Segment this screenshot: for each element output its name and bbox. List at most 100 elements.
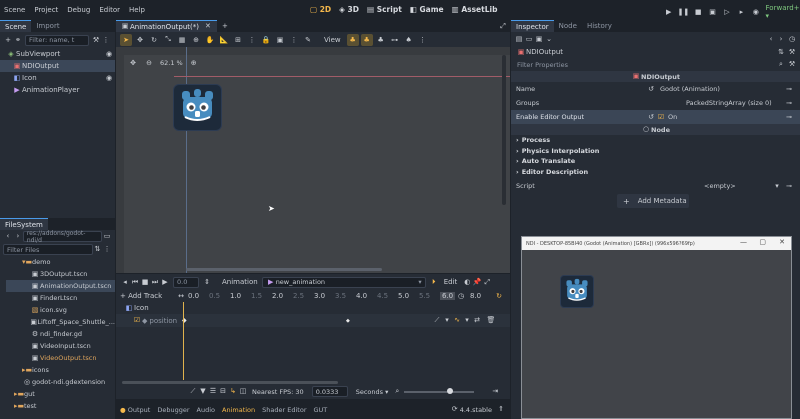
pan-tool-icon[interactable]: ✋ [204,34,216,46]
menu-editor[interactable]: Editor [99,6,120,14]
groups-value[interactable]: PackedStringArray (size 0) [686,99,772,107]
file-item[interactable]: ▸▬ icons [6,364,115,376]
history-forward-icon[interactable]: › [776,34,786,44]
add-metadata-button[interactable]: + Add Metadata [617,194,689,208]
file-item[interactable]: ▧ icon.svg [6,304,115,316]
node-subviewport[interactable]: ◈ SubViewport ◉ [0,48,115,60]
move-icon[interactable]: ✥ [128,58,138,68]
play-custom-icon[interactable]: ▸ [737,7,746,17]
name-value[interactable]: Godot (Animation) [660,85,720,93]
properties-filter-input[interactable]: Filter Properties [514,59,772,70]
history-list-icon[interactable]: ◷ [787,34,797,44]
step-input[interactable]: 0.0333 [311,386,348,397]
tab-gut[interactable]: GUT [314,406,328,414]
new-tab-icon[interactable]: + [220,21,230,31]
section-auto-translate[interactable]: › Auto Translate [511,156,800,167]
scene-filter-input[interactable]: Filter: name, t [25,34,89,46]
tab-import[interactable]: Import [31,20,64,32]
section-physics-interpolation[interactable]: › Physics Interpolation [511,146,800,157]
tab-node[interactable]: Node [554,20,582,32]
loop-icon[interactable]: ↻ [494,291,504,301]
horizontal-scrollbar[interactable] [186,268,382,271]
pivot-tool-icon[interactable]: ⊕ [190,34,202,46]
visibility-icon[interactable]: ◉ [104,73,114,83]
filter-icon[interactable]: ▼ [198,387,208,397]
maximize-icon[interactable]: ▢ [759,238,766,246]
checkbox-checked-icon[interactable]: ☑ [656,112,666,122]
zoom-level[interactable]: 62.1 % [160,59,183,67]
file-item[interactable]: ▣ VideoOutput.tscn [6,352,115,364]
tab-animation[interactable]: Animation [222,406,255,414]
forward-icon[interactable]: › [13,232,23,242]
key-icon[interactable]: ⊸ [784,112,794,122]
mode-script[interactable]: ▤ Script [367,5,402,14]
keyframe-icon[interactable]: ◆ [346,318,350,324]
new-resource-icon[interactable]: ▤ [514,34,524,44]
node-animationplayer[interactable]: ▶ AnimationPlayer [0,84,115,96]
list-icon[interactable]: ☰ [208,387,218,397]
mode-assetlib[interactable]: ▥ AssetLib [452,5,498,14]
spin-icon[interactable]: ⇕ [202,277,212,287]
key-icon[interactable]: ⊸ [784,84,794,94]
delete-icon[interactable]: 🗑 [486,316,496,326]
snap-timeline-icon[interactable]: ◫ [238,387,248,397]
remote-debug-icon[interactable]: ▣ [708,7,717,17]
menu-project[interactable]: Project [34,6,58,14]
tools-icon[interactable]: ⚒ [787,47,797,57]
file-item[interactable]: ⚙ ndi_finder.gd [6,328,115,340]
tab-animationoutput[interactable]: ▣ AnimationOutput(*) ✕ [116,20,217,32]
insert-key-icon[interactable]: ♠ [403,34,415,46]
snap-icon[interactable]: ⊞ [232,34,244,46]
file-item[interactable]: ▸▬ test [6,400,115,412]
godot-icon-sprite[interactable] [173,84,222,131]
edit-menu[interactable]: Edit [444,278,458,286]
pause-icon[interactable]: ❚❚ [678,7,690,17]
split-view-icon[interactable]: ▭ [102,232,112,242]
mode-2d[interactable]: ▢ 2D [310,5,331,14]
slider-thumb[interactable] [447,387,454,394]
play-scene-icon[interactable]: ▷ [722,7,731,17]
grid-snap-icon[interactable]: ⋮ [246,34,258,46]
file-item[interactable]: ▣ 3DOutput.tscn [6,268,115,280]
key-options-icon[interactable]: ⋮ [417,34,429,46]
mode-3d[interactable]: ◈ 3D [339,5,359,14]
fit-timeline-icon[interactable]: ⇥ [490,387,500,397]
tab-inspector[interactable]: Inspector [511,20,554,32]
node-icon[interactable]: ◧ Icon ◉ [0,72,115,84]
checkbox-icon[interactable]: ☑ [132,316,142,326]
vertical-scrollbar[interactable] [502,55,506,205]
filter-settings-icon[interactable]: ⚒ [787,60,797,70]
interp-icon[interactable]: ⟋ [432,316,442,326]
animation-time-input[interactable]: 0.0 [173,276,199,288]
tab-scene[interactable]: Scene [0,20,32,32]
save-resource-icon[interactable]: ▣ [534,34,544,44]
distraction-free-icon[interactable]: ⤢ [498,21,508,31]
history-back-icon[interactable]: ‹ [766,34,776,44]
tab-debugger[interactable]: Debugger [157,406,189,414]
tab-output[interactable]: ● Output [120,406,150,414]
tab-shader-editor[interactable]: Shader Editor [262,406,306,414]
file-item[interactable]: ▣ AnimationOutput.tscn [6,280,115,292]
key-icon[interactable]: ⊸ [784,181,794,191]
menu-scene[interactable]: Scene [4,6,25,14]
loop-wrap-icon[interactable]: ∿ [452,316,462,326]
key-position-icon[interactable]: ♣ [346,33,359,46]
bezier-icon[interactable]: ⟋ [188,387,198,397]
snap-magnet-icon[interactable]: ↳ [228,387,238,397]
file-item[interactable]: ▸▬ gut [6,388,115,400]
lock-icon[interactable]: 🔒 [260,34,272,46]
file-item[interactable]: ◎ godot-ndi.gdextension [6,376,115,388]
move-tool-icon[interactable]: ✥ [134,34,146,46]
stop-icon[interactable]: ■ [140,277,150,287]
menu-debug[interactable]: Debug [67,6,90,14]
file-item[interactable]: ▾▬ demo [6,256,115,268]
playhead[interactable] [183,302,184,380]
close-icon[interactable]: ✕ [203,22,213,32]
add-node-icon[interactable]: + [3,35,13,45]
chevron-down-icon[interactable]: ▾ [442,316,452,326]
minimize-icon[interactable]: — [740,238,747,246]
script-value[interactable]: <empty> [704,182,736,190]
zoom-in-icon[interactable]: ⊕ [189,58,199,68]
node-ndioutput[interactable]: ▣ NDIOutput [0,60,115,72]
file-item[interactable]: ▣ VideoInput.tscn [6,340,115,352]
